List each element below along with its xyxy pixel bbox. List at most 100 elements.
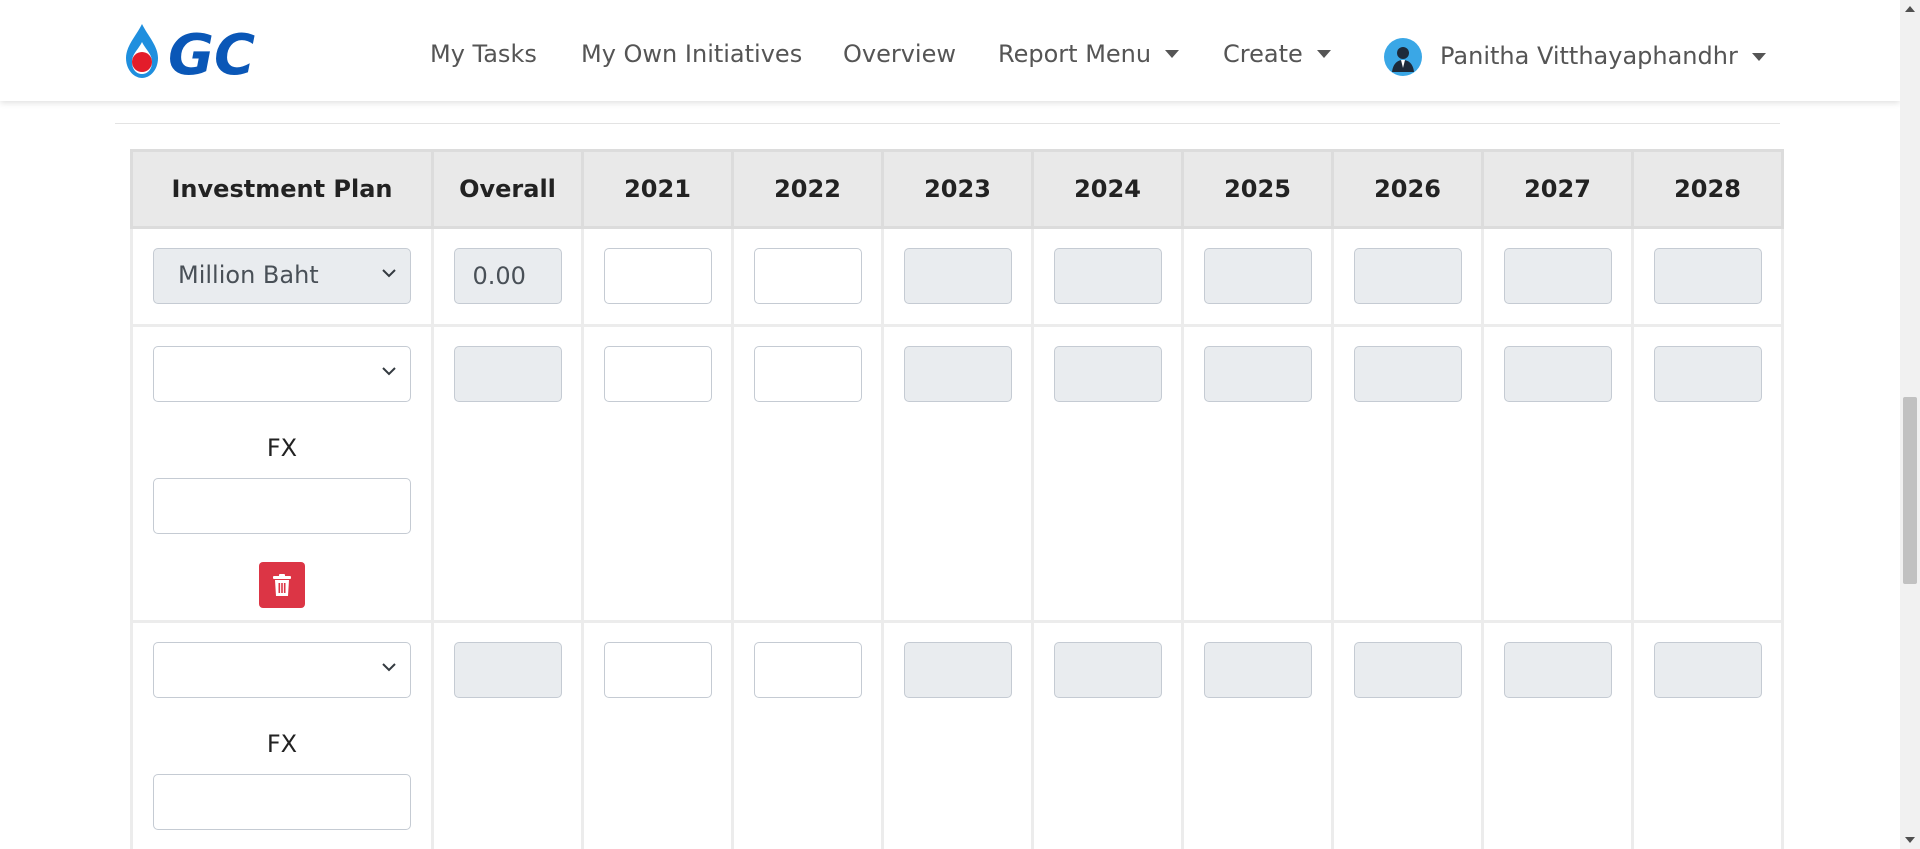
nav-report-menu-label: Report Menu xyxy=(998,40,1152,68)
top-navbar: GC My Tasks My Own Initiatives Overview … xyxy=(0,0,1900,101)
year-2023-input[interactable] xyxy=(903,248,1012,304)
year-2026-input[interactable] xyxy=(1353,642,1462,698)
cell-2028 xyxy=(1631,620,1784,849)
scroll-down-icon[interactable] xyxy=(1905,837,1915,843)
main-content: Investment Plan Overall 2021 2022 2023 2… xyxy=(0,101,1900,849)
cell-2022 xyxy=(731,226,884,327)
header-investment-plan: Investment Plan xyxy=(130,149,434,229)
year-2025-input[interactable] xyxy=(1203,642,1312,698)
avatar-icon xyxy=(1384,38,1422,76)
cell-2021 xyxy=(581,226,734,327)
cell-2021 xyxy=(581,620,734,849)
year-2022-input[interactable] xyxy=(753,248,862,304)
svg-text:GC: GC xyxy=(168,23,255,80)
fx-input[interactable] xyxy=(153,774,411,830)
nav-overview[interactable]: Overview xyxy=(843,40,956,68)
scrollbar-thumb[interactable] xyxy=(1903,397,1917,584)
scroll-up-icon[interactable] xyxy=(1905,6,1915,12)
cell-currency: Million Baht xyxy=(130,226,434,327)
nav-my-tasks-label: My Tasks xyxy=(430,40,537,68)
nav-my-own-initiatives[interactable]: My Own Initiatives xyxy=(581,40,802,68)
year-2022-input[interactable] xyxy=(753,346,862,402)
table-row: FX xyxy=(130,620,1784,849)
currency-select[interactable] xyxy=(153,642,411,698)
nav-report-menu[interactable]: Report Menu xyxy=(998,40,1180,68)
user-menu[interactable]: Panitha Vitthayaphandhr xyxy=(1384,38,1766,76)
year-2023-input[interactable] xyxy=(903,642,1012,698)
header-2027: 2027 xyxy=(1481,149,1634,229)
year-2025-input[interactable] xyxy=(1203,346,1312,402)
header-2024: 2024 xyxy=(1031,149,1184,229)
nav-create[interactable]: Create xyxy=(1223,40,1331,68)
currency-select[interactable]: Million Baht xyxy=(153,248,411,304)
overall-field[interactable] xyxy=(453,642,562,698)
year-2027-input[interactable] xyxy=(1503,642,1612,698)
table-row: Million Baht 0.00 xyxy=(130,226,1784,327)
cell-currency: FX xyxy=(130,620,434,849)
year-2027-input[interactable] xyxy=(1503,248,1612,304)
year-2022-input[interactable] xyxy=(753,642,862,698)
header-2025: 2025 xyxy=(1181,149,1334,229)
nav-create-label: Create xyxy=(1223,40,1303,68)
gc-logo[interactable]: GC xyxy=(122,22,292,88)
cell-currency: FX xyxy=(130,324,434,623)
cell-2023 xyxy=(881,226,1034,327)
nav-my-own-initiatives-label: My Own Initiatives xyxy=(581,40,803,68)
year-2028-input[interactable] xyxy=(1653,346,1762,402)
user-name: Panitha Vitthayaphandhr xyxy=(1440,42,1738,70)
vertical-scrollbar[interactable] xyxy=(1900,0,1920,849)
cell-2023 xyxy=(881,620,1034,849)
cell-2025 xyxy=(1181,620,1334,849)
chevron-down-icon xyxy=(382,367,396,376)
cell-2025 xyxy=(1181,226,1334,327)
year-2026-input[interactable] xyxy=(1353,346,1462,402)
year-2024-input[interactable] xyxy=(1053,346,1162,402)
header-2022: 2022 xyxy=(731,149,884,229)
year-2021-input[interactable] xyxy=(603,346,712,402)
caret-down-icon xyxy=(1751,53,1766,61)
year-2021-input[interactable] xyxy=(603,248,712,304)
currency-select[interactable] xyxy=(153,346,411,402)
divider xyxy=(115,123,1780,124)
delete-row-button[interactable] xyxy=(259,562,305,608)
year-2023-input[interactable] xyxy=(903,346,1012,402)
year-2024-input[interactable] xyxy=(1053,642,1162,698)
chevron-down-icon xyxy=(382,269,396,278)
cell-overall: 0.00 xyxy=(431,226,584,327)
chevron-down-icon xyxy=(382,663,396,672)
cell-2022 xyxy=(731,620,884,849)
cell-2024 xyxy=(1031,324,1184,623)
cell-2027 xyxy=(1481,620,1634,849)
cell-overall xyxy=(431,620,584,849)
cell-2028 xyxy=(1631,226,1784,327)
year-2028-input[interactable] xyxy=(1653,642,1762,698)
cell-overall xyxy=(431,324,584,623)
nav-my-tasks[interactable]: My Tasks xyxy=(430,40,537,68)
cell-2025 xyxy=(1181,324,1334,623)
fx-label: FX xyxy=(266,434,298,462)
cell-2026 xyxy=(1331,226,1484,327)
header-2026: 2026 xyxy=(1331,149,1484,229)
year-2024-input[interactable] xyxy=(1053,248,1162,304)
cell-2024 xyxy=(1031,226,1184,327)
cell-2026 xyxy=(1331,620,1484,849)
year-2026-input[interactable] xyxy=(1353,248,1462,304)
year-2021-input[interactable] xyxy=(603,642,712,698)
cell-2021 xyxy=(581,324,734,623)
header-2021: 2021 xyxy=(581,149,734,229)
overall-field[interactable] xyxy=(453,346,562,402)
investment-plan-table: Investment Plan Overall 2021 2022 2023 2… xyxy=(130,149,1784,849)
caret-down-icon xyxy=(1165,50,1180,58)
overall-field[interactable]: 0.00 xyxy=(453,248,562,304)
caret-down-icon xyxy=(1316,50,1331,58)
trash-icon xyxy=(273,574,291,596)
year-2027-input[interactable] xyxy=(1503,346,1612,402)
cell-2024 xyxy=(1031,620,1184,849)
fx-input[interactable] xyxy=(153,478,411,534)
cell-2022 xyxy=(731,324,884,623)
overall-value: 0.00 xyxy=(472,262,526,290)
year-2028-input[interactable] xyxy=(1653,248,1762,304)
year-2025-input[interactable] xyxy=(1203,248,1312,304)
cell-2023 xyxy=(881,324,1034,623)
nav-overview-label: Overview xyxy=(843,40,956,68)
